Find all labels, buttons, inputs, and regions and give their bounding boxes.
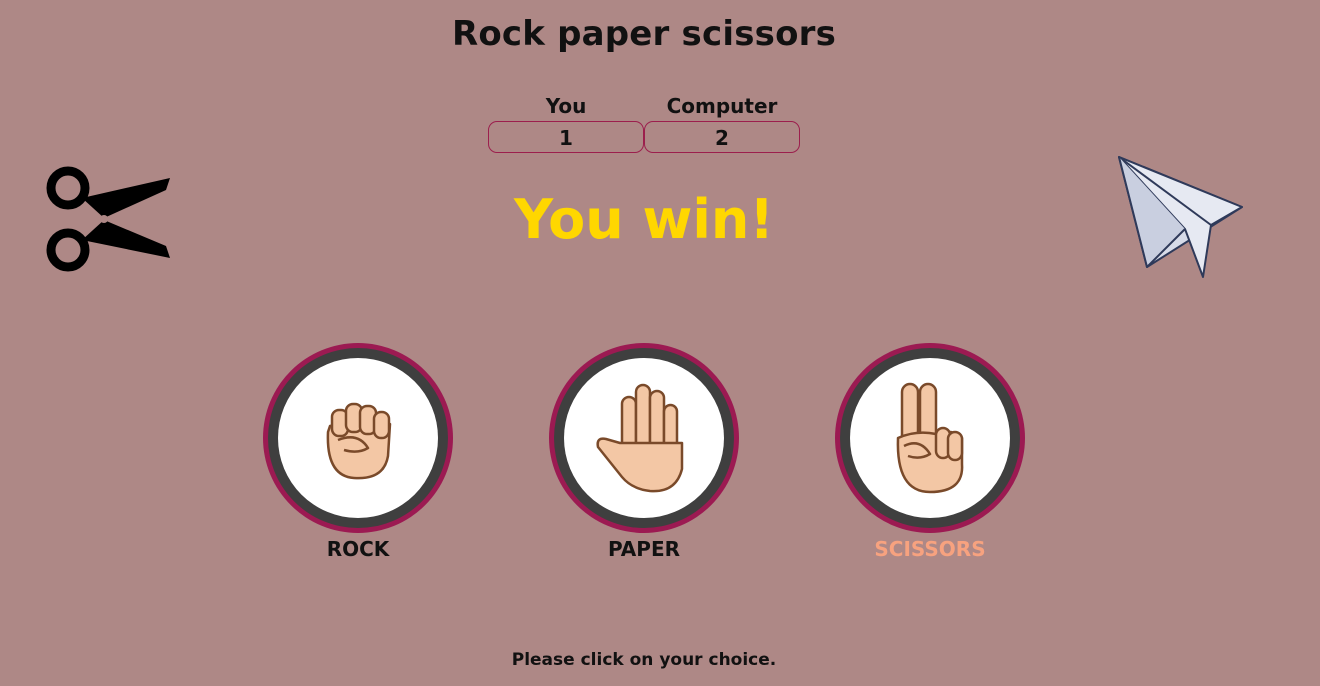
fist-icon: [326, 402, 392, 480]
victory-hand-icon: [896, 382, 964, 494]
player-score-label: You: [545, 94, 587, 118]
computer-score-value: 2: [644, 121, 800, 153]
player-score-column: You 1: [488, 92, 644, 153]
rock-button[interactable]: [263, 343, 453, 533]
instruction-text: Please click on your choice.: [511, 650, 777, 670]
computer-score-column: Computer 2: [644, 92, 800, 153]
round-result: You win!: [514, 188, 774, 251]
choice-label-scissors: SCISSORS: [874, 537, 986, 561]
paper-button[interactable]: [549, 343, 739, 533]
choice-label-paper: PAPER: [607, 537, 681, 561]
scoreboard: You 1 Computer 2: [488, 92, 800, 153]
choice-label-rock: ROCK: [326, 537, 390, 561]
choice-scissors[interactable]: SCISSORS: [835, 343, 1025, 561]
computer-score-label: Computer: [666, 94, 778, 118]
page-title: Rock paper scissors: [451, 14, 837, 54]
open-hand-icon: [596, 383, 684, 493]
scissors-button[interactable]: [835, 343, 1025, 533]
choice-rock[interactable]: ROCK: [263, 343, 453, 561]
player-score-value: 1: [488, 121, 644, 153]
choice-list: ROCK PAPER SCISSORS: [263, 343, 1025, 561]
choice-paper[interactable]: PAPER: [549, 343, 739, 561]
